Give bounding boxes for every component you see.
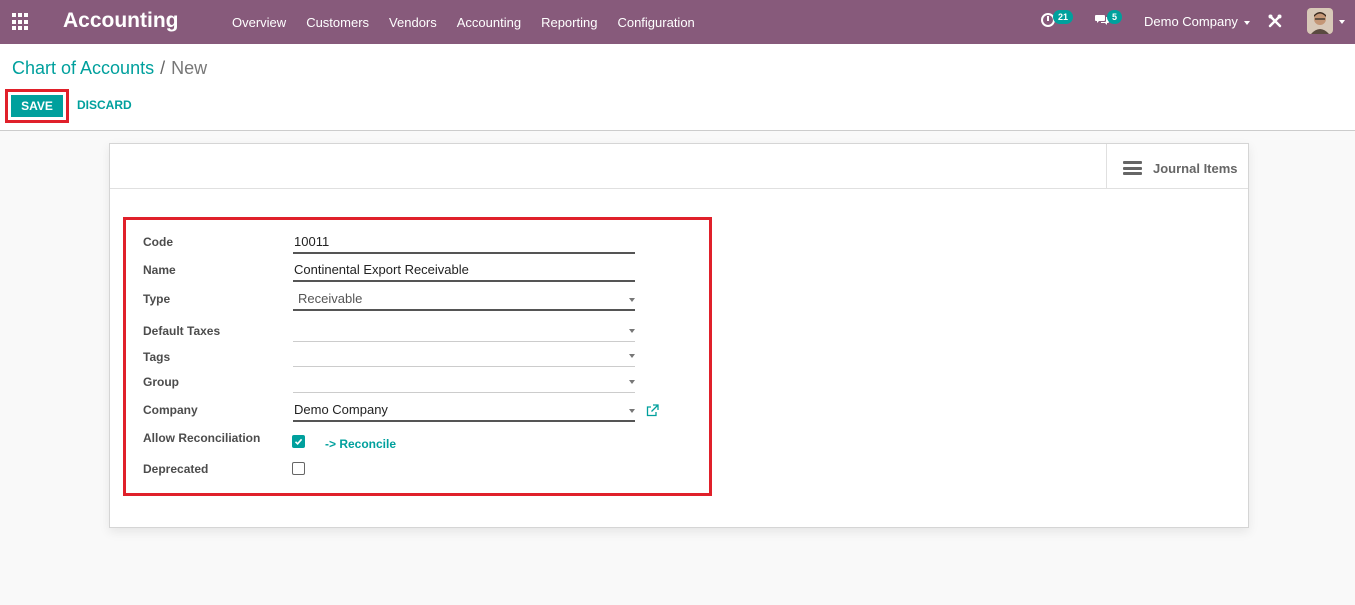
menu-item-vendors[interactable]: Vendors	[389, 15, 437, 30]
menu-item-configuration[interactable]: Configuration	[617, 15, 694, 30]
breadcrumb-current: New	[171, 58, 208, 78]
breadcrumb-separator: /	[160, 58, 166, 78]
chevron-down-icon	[629, 354, 635, 358]
company-label: Company	[143, 403, 198, 417]
chevron-down-icon	[629, 409, 635, 413]
allow-reconciliation-checkbox[interactable]	[292, 435, 305, 448]
name-input[interactable]: Continental Export Receivable	[293, 260, 635, 282]
form-sheet: Journal Items Code 10011 Name Continenta…	[109, 143, 1249, 528]
app-title[interactable]: Accounting	[63, 9, 179, 33]
chevron-down-icon	[1243, 20, 1250, 25]
menu-item-customers[interactable]: Customers	[306, 15, 369, 30]
chevron-down-icon	[629, 329, 635, 333]
save-button-highlight: SAVE	[5, 89, 69, 123]
top-navbar: Accounting Overview Customers Vendors Ac…	[0, 0, 1355, 44]
chevron-down-icon	[629, 380, 635, 384]
deprecated-label: Deprecated	[143, 462, 209, 476]
company-select[interactable]: Demo Company	[293, 400, 635, 422]
breadcrumb: Chart of Accounts / New	[12, 58, 207, 79]
menu-item-accounting[interactable]: Accounting	[457, 15, 521, 30]
company-select-value: Demo Company	[294, 402, 388, 417]
tags-input[interactable]	[293, 345, 635, 367]
message-count-badge: 5	[1107, 10, 1123, 24]
activity-count-badge: 21	[1053, 10, 1074, 24]
deprecated-checkbox[interactable]	[292, 462, 305, 475]
breadcrumb-chart-of-accounts[interactable]: Chart of Accounts	[12, 58, 154, 78]
tags-label: Tags	[143, 350, 171, 364]
type-label: Type	[143, 292, 171, 306]
smart-button-box: Journal Items	[110, 144, 1248, 189]
user-menu-chevron-icon[interactable]	[1339, 20, 1345, 24]
menu-item-reporting[interactable]: Reporting	[541, 15, 597, 30]
company-switcher-label: Demo Company	[1144, 14, 1238, 29]
user-avatar[interactable]	[1307, 8, 1333, 34]
group-label: Group	[143, 375, 179, 389]
apps-grid-icon[interactable]	[12, 13, 30, 31]
chevron-down-icon	[629, 298, 635, 302]
type-select[interactable]: Receivable	[293, 289, 635, 311]
code-input[interactable]: 10011	[293, 232, 635, 254]
default-taxes-input[interactable]	[293, 320, 635, 342]
avatar-image	[1307, 8, 1333, 34]
control-panel: Chart of Accounts / New SAVE DISCARD	[0, 44, 1355, 131]
allow-reconciliation-label: Allow Reconciliation	[143, 431, 261, 445]
journal-items-label: Journal Items	[1153, 161, 1238, 176]
company-switcher[interactable]: Demo Company	[1144, 14, 1250, 29]
list-icon	[1123, 161, 1142, 175]
menu-item-overview[interactable]: Overview	[232, 15, 286, 30]
group-input[interactable]	[293, 371, 635, 393]
default-taxes-label: Default Taxes	[143, 324, 221, 338]
debug-tools-icon[interactable]	[1268, 14, 1282, 28]
external-link-icon[interactable]	[646, 404, 659, 417]
type-select-value: Receivable	[298, 291, 363, 306]
reconcile-link[interactable]: -> Reconcile	[325, 437, 396, 451]
checkmark-icon	[294, 438, 303, 445]
code-label: Code	[143, 235, 173, 249]
main-menu: Overview Customers Vendors Accounting Re…	[232, 0, 715, 44]
discard-button[interactable]: DISCARD	[77, 98, 132, 112]
journal-items-button[interactable]: Journal Items	[1106, 144, 1248, 188]
save-button[interactable]: SAVE	[11, 95, 63, 117]
name-label: Name	[143, 263, 176, 277]
